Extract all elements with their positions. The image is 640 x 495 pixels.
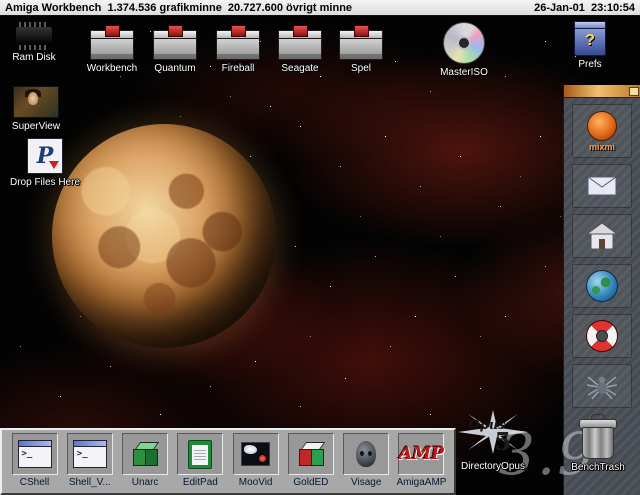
dock-item-shell[interactable]: >_ Shell_V... [63,433,116,490]
drop-files-icon: P [27,138,63,174]
desktop-icon-spel[interactable]: Spel [333,26,389,74]
video-player-icon [241,442,270,466]
workbench-screen: Amiga Workbench 1.374.536 grafikminne 20… [0,0,640,495]
bottom-dock: >_ CShell >_ Shell_V... [0,428,456,495]
icon-label: Ram Disk [12,52,55,63]
dock-cell: >_ [12,433,58,475]
mixmi-globe-icon [587,111,617,141]
right-dock-titlebar[interactable] [564,85,640,98]
globe-icon [586,270,618,302]
desktop-icon-seagate[interactable]: Seagate [272,26,328,74]
dock-item-mail[interactable] [572,164,632,208]
prompt-glyph: >_ [22,449,33,459]
clock-text: 26-Jan-01 23:10:54 [534,2,635,14]
dock-item-unarc[interactable]: Unarc [119,433,172,490]
face-icon [356,441,376,467]
dock-label: EditPad [183,477,218,488]
screen-title-text: Amiga Workbench 1.374.536 grafikminne 20… [5,2,352,14]
amp-logo: AMP [399,444,444,464]
dock-cell [233,433,279,475]
icon-label: Spel [351,63,371,74]
disk-drive-icon [216,36,260,60]
icon-label: BenchTrash [571,462,625,473]
desktop-icon-prefs[interactable]: ? Prefs [562,18,618,70]
desktop-icon-benchtrash[interactable]: BenchTrash [562,414,634,473]
dock-item-lifesaver[interactable] [572,314,632,358]
p-glyph: P [37,145,54,167]
icon-label: Fireball [222,63,255,74]
dock-label: AmigaAMP [396,477,446,488]
terminal-icon: >_ [18,440,52,468]
cd-icon [443,22,485,64]
mixmi-label: mixmi [589,142,615,152]
dock-item-moovid[interactable]: MooVid [229,433,282,490]
disk-drive-icon [339,36,383,60]
starfield-dim [0,16,1,17]
mona-lisa-icon [13,86,59,118]
dock-cell [288,433,334,475]
dock-label: Visage [351,477,381,488]
dock-item-golded[interactable]: GoldED [284,433,337,490]
desktop-icon-masteriso[interactable]: MasterISO [433,22,495,78]
desktop-icon-drop-files[interactable]: P Drop Files Here [4,138,86,188]
dock-item-spider[interactable] [572,364,632,408]
desktop-icon-workbench[interactable]: Workbench [84,26,140,74]
spider-icon [585,371,619,401]
dock-cell [343,433,389,475]
prefs-drawer-icon: ? [574,26,606,56]
icon-label: SuperView [12,121,60,132]
opus-starburst-icon: Opus 5 [456,410,530,458]
icon-label: Prefs [578,59,601,70]
icon-label: MasterISO [440,67,488,78]
dock-cell: AMP [398,433,444,475]
trash-body [582,427,614,459]
desktop-icon-directory-opus[interactable]: Opus 5 DirectoryOpus [450,410,536,472]
dock-cell [122,433,168,475]
icon-label: DirectoryOpus [461,461,525,472]
trash-can-icon [579,414,617,459]
dock-item-amigaamp[interactable]: AMP AmigaAMP [395,433,448,490]
question-mark-glyph: ? [585,32,595,50]
dock-item-cshell[interactable]: >_ CShell [8,433,61,490]
notepad-icon [188,440,212,469]
dock-item-web[interactable] [572,264,632,308]
disk-drive-icon [153,36,197,60]
icon-label: Seagate [281,63,318,74]
right-dock-minimize-button[interactable] [629,87,639,96]
dock-item-visage[interactable]: Visage [340,433,393,490]
editor-cube-icon [298,441,324,467]
dock-label: Shell_V... [69,477,111,488]
icon-label: Workbench [87,63,137,74]
dock-cell [177,433,223,475]
disk-drive-icon [90,36,134,60]
green-cube-icon [132,441,158,467]
dock-label: MooVid [239,477,273,488]
dock-item-home[interactable] [572,214,632,258]
lifesaver-icon [586,320,618,352]
icon-label: Quantum [154,63,195,74]
ram-chip-icon [16,27,52,45]
desktop: mixmi [0,16,640,495]
dock-label: GoldED [293,477,328,488]
dock-label: Unarc [132,477,159,488]
dock-cell: >_ [67,433,113,475]
opus-number: 5 [495,427,512,456]
prompt-glyph: >_ [77,449,88,459]
dock-item-mixmi[interactable]: mixmi [572,104,632,158]
screen-title-bar[interactable]: Amiga Workbench 1.374.536 grafikminne 20… [0,0,640,16]
icon-label: Drop Files Here [10,177,80,188]
mail-icon [587,176,617,196]
desktop-icon-ram-disk[interactable]: Ram Disk [6,18,62,63]
terminal-icon: >_ [73,440,107,468]
desktop-icon-quantum[interactable]: Quantum [147,26,203,74]
home-icon [586,222,618,250]
disk-drive-icon [278,36,322,60]
dock-item-editpad[interactable]: EditPad [174,433,227,490]
desktop-icon-superview[interactable]: SuperView [8,86,64,132]
desktop-icon-fireball[interactable]: Fireball [210,26,266,74]
dock-label: CShell [20,477,49,488]
